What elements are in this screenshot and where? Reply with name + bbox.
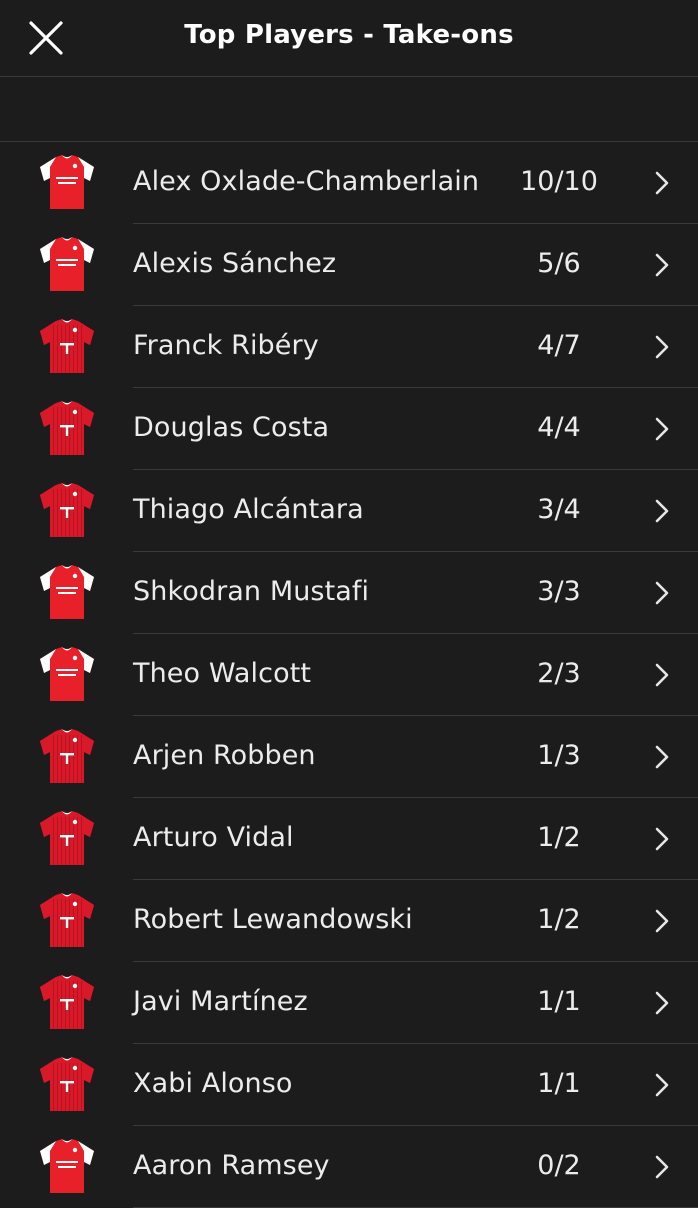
take-ons-stat: 3/3 xyxy=(537,576,581,607)
chevron-right-icon xyxy=(655,253,669,277)
chevron-right-icon xyxy=(655,171,669,195)
player-name: Theo Walcott xyxy=(133,658,312,689)
player-row-11[interactable]: Javi Martínez 1/1 xyxy=(0,962,698,1044)
player-row-9[interactable]: Arturo Vidal 1/2 xyxy=(0,798,698,880)
player-row-6[interactable]: Shkodran Mustafi 3/3 xyxy=(0,552,698,634)
take-ons-stat: 1/3 xyxy=(537,740,581,771)
chevron-right-icon xyxy=(655,417,669,441)
jersey-icon xyxy=(40,237,94,291)
chevron-right-icon xyxy=(655,499,669,523)
player-row-1[interactable]: Alex Oxlade-Chamberlain 10/10 xyxy=(0,142,698,224)
jersey-icon xyxy=(40,155,94,209)
player-name: Robert Lewandowski xyxy=(133,904,413,935)
player-row-4[interactable]: Douglas Costa 4/4 xyxy=(0,388,698,470)
take-ons-stat: 1/1 xyxy=(537,1068,581,1099)
jersey-icon xyxy=(40,729,94,783)
take-ons-stat: 4/7 xyxy=(537,330,581,361)
player-name: Alexis Sánchez xyxy=(133,248,337,279)
chevron-right-icon xyxy=(655,745,669,769)
take-ons-stat: 3/4 xyxy=(537,494,581,525)
take-ons-stat: 0/2 xyxy=(537,1150,581,1181)
player-name: Shkodran Mustafi xyxy=(133,576,370,607)
jersey-icon xyxy=(40,811,94,865)
jersey-icon xyxy=(40,319,94,373)
player-name: Franck Ribéry xyxy=(133,330,319,361)
player-name: Arturo Vidal xyxy=(133,822,294,853)
player-name: Xabi Alonso xyxy=(133,1068,293,1099)
player-name: Alex Oxlade-Chamberlain xyxy=(133,166,480,197)
player-row-10[interactable]: Robert Lewandowski 1/2 xyxy=(0,880,698,962)
jersey-icon xyxy=(40,565,94,619)
player-list: Alex Oxlade-Chamberlain 10/10 Alexis Sán… xyxy=(0,142,698,1208)
page-title: Top Players - Take-ons xyxy=(184,20,514,50)
take-ons-stat: 1/2 xyxy=(537,822,581,853)
jersey-icon xyxy=(40,975,94,1029)
player-row-7[interactable]: Theo Walcott 2/3 xyxy=(0,634,698,716)
jersey-icon xyxy=(40,483,94,537)
top-bar: Top Players - Take-ons xyxy=(0,0,698,77)
player-row-12[interactable]: Xabi Alonso 1/1 xyxy=(0,1044,698,1126)
take-ons-stat: 1/2 xyxy=(537,904,581,935)
chevron-right-icon xyxy=(655,1073,669,1097)
take-ons-stat: 1/1 xyxy=(537,986,581,1017)
player-row-13[interactable]: Aaron Ramsey 0/2 xyxy=(0,1126,698,1208)
jersey-icon xyxy=(40,401,94,455)
player-row-5[interactable]: Thiago Alcántara 3/4 xyxy=(0,470,698,552)
chevron-right-icon xyxy=(655,827,669,851)
take-ons-stat: 10/10 xyxy=(520,166,598,197)
take-ons-stat: 4/4 xyxy=(537,412,581,443)
chevron-right-icon xyxy=(655,335,669,359)
player-name: Javi Martínez xyxy=(133,986,308,1017)
take-ons-stat: 5/6 xyxy=(537,248,581,279)
player-row-2[interactable]: Alexis Sánchez 5/6 xyxy=(0,224,698,306)
take-ons-stat: 2/3 xyxy=(537,658,581,689)
chevron-right-icon xyxy=(655,909,669,933)
jersey-icon xyxy=(40,647,94,701)
player-row-3[interactable]: Franck Ribéry 4/7 xyxy=(0,306,698,388)
jersey-icon xyxy=(40,1139,94,1193)
chevron-right-icon xyxy=(655,581,669,605)
chevron-right-icon xyxy=(655,663,669,687)
header-spacer xyxy=(0,77,698,142)
player-row-8[interactable]: Arjen Robben 1/3 xyxy=(0,716,698,798)
chevron-right-icon xyxy=(655,1155,669,1179)
jersey-icon xyxy=(40,1057,94,1111)
chevron-right-icon xyxy=(655,991,669,1015)
player-name: Aaron Ramsey xyxy=(133,1150,330,1181)
player-name: Thiago Alcántara xyxy=(133,494,364,525)
player-name: Douglas Costa xyxy=(133,412,330,443)
player-name: Arjen Robben xyxy=(133,740,316,771)
jersey-icon xyxy=(40,893,94,947)
